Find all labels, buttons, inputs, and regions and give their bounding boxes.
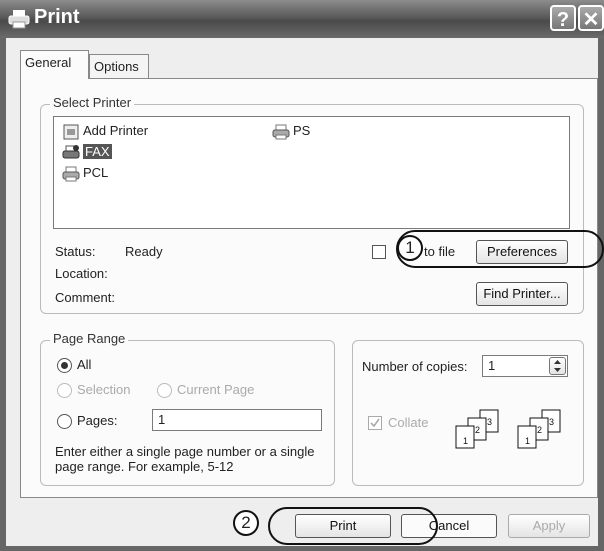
- find-printer-button[interactable]: Find Printer...: [476, 282, 568, 306]
- apply-button[interactable]: Apply: [508, 514, 590, 538]
- close-button[interactable]: ✕: [578, 5, 604, 31]
- printer-name: PS: [293, 123, 311, 138]
- list-item-fax[interactable]: FAX: [62, 142, 112, 162]
- printer-name: FAX: [83, 144, 112, 159]
- status-value: Ready: [125, 244, 163, 259]
- pages-radio[interactable]: [57, 414, 72, 429]
- callout-oval-preferences: [396, 230, 604, 268]
- list-item-ps[interactable]: PS: [272, 121, 310, 141]
- print-to-file-checkbox[interactable]: [372, 245, 386, 259]
- svg-text:1: 1: [525, 436, 530, 446]
- printer-name: PCL: [83, 165, 109, 180]
- page-range-hint: Enter either a single page number or a s…: [55, 444, 315, 474]
- window-border-left: [0, 38, 6, 551]
- select-printer-legend: Select Printer: [50, 95, 135, 110]
- add-printer-icon: [63, 124, 79, 140]
- current-page-radio[interactable]: [157, 383, 172, 398]
- comment-label: Comment:: [55, 290, 115, 305]
- printer-icon: [62, 166, 80, 182]
- printer-icon: [8, 10, 30, 29]
- tab-options[interactable]: Options: [89, 54, 149, 78]
- number-of-copies-label: Number of copies:: [362, 359, 468, 374]
- list-item-pcl[interactable]: PCL: [62, 163, 108, 183]
- collate-pages-icon: 1 2 3: [517, 409, 561, 449]
- selection-radio[interactable]: [57, 383, 72, 398]
- printer-list[interactable]: Add Printer PS FAX PCL: [53, 116, 570, 229]
- printer-icon: [272, 124, 290, 140]
- collate-checkbox[interactable]: [368, 416, 382, 430]
- print-dialog: Print ? ✕ General Options Select Printer…: [0, 0, 604, 551]
- collate-label: Collate: [388, 415, 429, 430]
- callout-number-2: 2: [233, 510, 259, 536]
- callout-number-1: 1: [397, 235, 423, 261]
- copies-spinner[interactable]: [549, 357, 566, 375]
- help-button[interactable]: ?: [550, 5, 576, 31]
- status-label: Status:: [55, 244, 96, 259]
- window-border-right: [598, 38, 604, 551]
- window-border-bottom: [0, 546, 604, 551]
- svg-text:1: 1: [463, 436, 468, 446]
- collate-pages-icon: 1 2 3: [455, 409, 499, 449]
- svg-text:2: 2: [475, 425, 480, 435]
- list-item-add-printer[interactable]: Add Printer: [62, 121, 148, 141]
- svg-text:3: 3: [549, 417, 554, 427]
- location-label: Location:: [55, 266, 108, 281]
- pages-input[interactable]: 1: [152, 409, 322, 431]
- callout-oval-print: [268, 507, 438, 545]
- all-label: All: [77, 357, 92, 372]
- selection-label: Selection: [77, 382, 131, 397]
- fax-printer-icon: [62, 144, 80, 159]
- spinner-arrows-icon: [554, 360, 561, 372]
- tab-general[interactable]: General: [20, 50, 89, 79]
- pages-label: Pages:: [77, 413, 118, 428]
- current-page-label: Current Page: [177, 382, 255, 397]
- window-title: Print: [34, 6, 80, 28]
- svg-text:2: 2: [537, 425, 542, 435]
- svg-text:3: 3: [487, 417, 492, 427]
- page-range-legend: Page Range: [50, 331, 129, 346]
- printer-name: Add Printer: [83, 123, 149, 138]
- all-radio[interactable]: [57, 358, 72, 373]
- title-bar: Print ? ✕: [0, 0, 604, 38]
- check-mark-icon: [370, 418, 380, 428]
